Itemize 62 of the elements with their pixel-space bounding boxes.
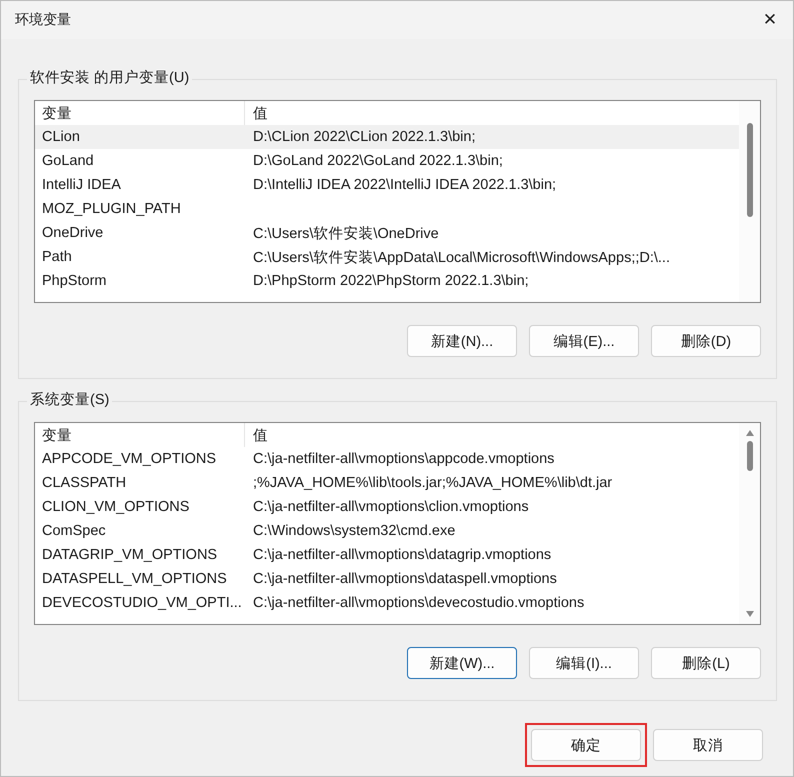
variable-row[interactable]: DATAGRIP_VM_OPTIONS C:\ja-netfilter-all\vmoptions\datagrip.vmoptions (35, 543, 739, 567)
variable-row[interactable]: PhpStorm D:\PhpStorm 2022\PhpStorm 2022.1.3\bin; (35, 269, 739, 293)
variable-row[interactable]: GoLand D:\GoLand 2022\GoLand 2022.1.3\bin; (35, 149, 739, 173)
variable-row[interactable]: CLASSPATH ;%JAVA_HOME%\lib\tools.jar;%JAVA_HOME%\lib\dt.jar (35, 471, 739, 495)
variable-value: D:\GoLand 2022\GoLand 2022.1.3\bin; (252, 153, 503, 169)
dialog-button[interactable]: 编辑(I)... (529, 647, 639, 679)
variable-name: MOZ_PLUGIN_PATH (41, 200, 182, 219)
scroll-down-icon[interactable] (744, 610, 754, 618)
variable-name: OneDrive (41, 224, 104, 243)
variable-row[interactable]: ComSpec C:\Windows\system32\cmd.exe (35, 519, 739, 543)
variable-name: Path (41, 248, 73, 267)
scrollbar[interactable] (739, 101, 760, 302)
window-title: 环境变量 (15, 11, 71, 29)
group-title: 软件安装 的用户变量(U) (27, 68, 192, 87)
variable-row[interactable]: DEVECOSTUDIO_VM_OPTI... C:\ja-netfilter-all\vmoptions\devecostudio.vmoptions (35, 591, 739, 615)
variable-name: IntelliJ IDEA (41, 176, 122, 195)
variable-row[interactable]: OneDrive C:\Users\软件安装\OneDrive (35, 221, 739, 245)
variable-row[interactable]: DATASPELL_VM_OPTIONS C:\ja-netfilter-all\vmoptions\dataspell.vmoptions (35, 567, 739, 591)
dialog-button[interactable]: 确定 (531, 729, 641, 761)
variable-row[interactable]: CLion D:\CLion 2022\CLion 2022.1.3\bin; (35, 125, 739, 149)
variable-name: APPCODE_VM_OPTIONS (41, 450, 218, 469)
variable-name: CLASSPATH (41, 474, 128, 493)
scroll-thumb[interactable] (746, 441, 752, 471)
variable-name: DATAGRIP_VM_OPTIONS (41, 546, 218, 565)
variable-value: D:\IntelliJ IDEA 2022\IntelliJ IDEA 2022.1.3\bin; (252, 177, 556, 193)
dialog-button[interactable]: 删除(L) (651, 647, 761, 679)
variable-name: DATASPELL_VM_OPTIONS (41, 570, 228, 589)
variable-name: CLion (41, 128, 81, 147)
dialog-button[interactable]: 取消 (653, 729, 763, 761)
variable-name: DEVECOSTUDIO_VM_OPTI... (41, 594, 243, 613)
variable-value: ;%JAVA_HOME%\lib\tools.jar;%JAVA_HOME%\lib\dt.jar (252, 475, 612, 491)
scroll-thumb[interactable] (746, 123, 752, 217)
variable-row[interactable]: IntelliJ IDEA D:\IntelliJ IDEA 2022\IntelliJ IDEA 2022.1.3\bin; (35, 173, 739, 197)
variable-value: C:\ja-netfilter-all\vmoptions\dataspell.vmoptions (252, 571, 557, 587)
variable-row[interactable]: Path C:\Users\软件安装\AppData\Local\Microsoft\WindowsApps;;D:\... (35, 245, 739, 269)
variable-row[interactable]: APPCODE_VM_OPTIONS C:\ja-netfilter-all\vmoptions\appcode.vmoptions (35, 447, 739, 471)
column-header[interactable]: 值 (245, 104, 268, 122)
variable-value: D:\PhpStorm 2022\PhpStorm 2022.1.3\bin; (252, 273, 529, 289)
variable-value: C:\ja-netfilter-all\vmoptions\clion.vmoptions (252, 499, 529, 515)
group-title: 系统变量(S) (27, 390, 112, 409)
dialog-button[interactable]: 删除(D) (651, 325, 761, 357)
variable-row[interactable]: CLION_VM_OPTIONS C:\ja-netfilter-all\vmoptions\clion.vmoptions (35, 495, 739, 519)
dialog-button[interactable]: 新建(N)... (407, 325, 517, 357)
variable-value: C:\Windows\system32\cmd.exe (252, 523, 456, 539)
variable-name: ComSpec (41, 522, 107, 541)
variable-value: D:\CLion 2022\CLion 2022.1.3\bin; (252, 129, 476, 145)
variable-row[interactable]: MOZ_PLUGIN_PATH (35, 197, 739, 221)
variable-value: C:\Users\软件安装\AppData\Local\Microsoft\WindowsApps;;D:\... (252, 248, 670, 266)
variable-value: C:\ja-netfilter-all\vmoptions\appcode.vmoptions (252, 451, 554, 467)
scroll-up-icon[interactable] (744, 429, 754, 437)
variable-value: C:\ja-netfilter-all\vmoptions\datagrip.vmoptions (252, 547, 552, 563)
column-header[interactable]: 值 (245, 426, 268, 444)
variable-value: C:\Users\软件安装\OneDrive (252, 224, 439, 242)
scrollbar[interactable] (739, 423, 760, 624)
variable-name: GoLand (41, 152, 95, 171)
column-header[interactable]: 变量 (35, 423, 245, 447)
close-button[interactable]: ✕ (747, 1, 793, 39)
dialog-button[interactable]: 新建(W)... (407, 647, 517, 679)
dialog-button[interactable]: 编辑(E)... (529, 325, 639, 357)
variable-name: PhpStorm (41, 272, 108, 291)
variable-name: CLION_VM_OPTIONS (41, 498, 190, 517)
variable-value: C:\ja-netfilter-all\vmoptions\devecostudio.vmoptions (252, 595, 584, 611)
